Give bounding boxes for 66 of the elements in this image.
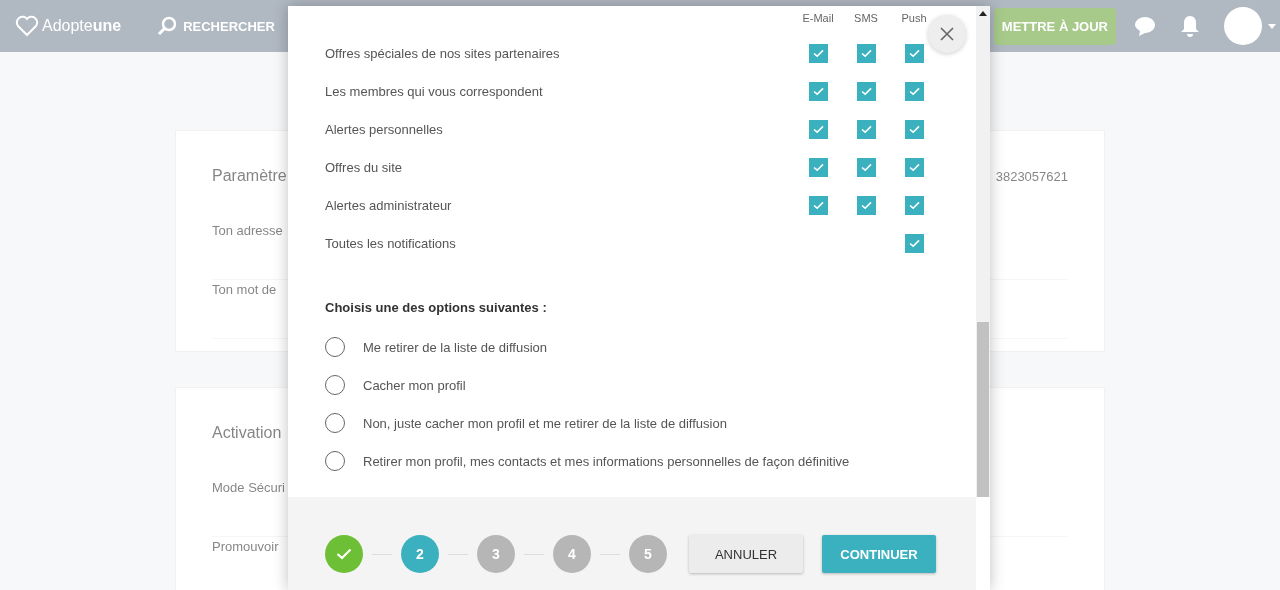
checkbox[interactable] <box>856 195 876 215</box>
option-label[interactable]: Non, juste cacher mon profil et me retirer de la liste de diffusion <box>363 415 727 431</box>
close-icon[interactable] <box>940 27 954 41</box>
check-icon <box>908 200 920 210</box>
option-label[interactable]: Me retirer de la liste de diffusion <box>363 339 548 355</box>
bell-icon[interactable] <box>1180 15 1200 37</box>
column-header: E-Mail <box>802 11 834 25</box>
step-indicator: 2 <box>401 535 439 573</box>
chat-icon[interactable] <box>1134 15 1156 37</box>
notification-label: Alertes personnelles <box>325 121 444 137</box>
check-icon <box>336 548 352 560</box>
step-indicator: 5 <box>629 535 667 573</box>
checkbox[interactable] <box>856 43 876 63</box>
option-label[interactable]: Retirer mon profil, mes contacts et mes informations personnelles de façon définitive <box>363 453 850 469</box>
option-label[interactable]: Cacher mon profil <box>363 377 466 393</box>
check-icon <box>860 162 872 172</box>
checkbox[interactable] <box>856 157 876 177</box>
scroll-up-icon[interactable] <box>979 11 987 16</box>
caret-icon[interactable] <box>1268 23 1276 29</box>
scrollbar[interactable] <box>976 6 990 497</box>
notification-label: Les membres qui vous correspondent <box>325 83 544 99</box>
checkbox[interactable] <box>856 119 876 139</box>
step-indicator: 4 <box>553 535 591 573</box>
check-icon <box>860 86 872 96</box>
checkbox[interactable] <box>808 157 828 177</box>
notification-label: Alertes administrateur <box>325 197 453 213</box>
checkbox[interactable] <box>904 43 924 63</box>
notification-label: Offres spéciales de nos sites partenaires <box>325 45 561 61</box>
checkbox[interactable] <box>904 119 924 139</box>
card-title: Activation <box>212 424 282 442</box>
check-icon <box>812 200 824 210</box>
cancel-button[interactable]: ANNULER <box>689 535 803 573</box>
avatar[interactable] <box>1224 7 1262 45</box>
checkbox[interactable] <box>808 119 828 139</box>
check-icon <box>908 48 920 58</box>
check-icon <box>860 200 872 210</box>
checkbox[interactable] <box>808 81 828 101</box>
close-button[interactable] <box>928 15 966 53</box>
checkbox[interactable] <box>904 157 924 177</box>
column-header: SMS <box>854 11 878 25</box>
checkbox[interactable] <box>856 81 876 101</box>
check-icon <box>812 48 824 58</box>
checkbox[interactable] <box>904 233 924 253</box>
card-title: Paramètre <box>212 167 287 185</box>
check-icon <box>908 238 920 248</box>
heart-icon <box>14 15 40 37</box>
check-icon <box>908 162 920 172</box>
search-icon[interactable] <box>157 16 178 36</box>
column-header: Push <box>901 11 927 25</box>
notification-label: Toutes les notifications <box>325 235 457 251</box>
check-icon <box>908 124 920 134</box>
step-indicator: 3 <box>477 535 515 573</box>
checkbox[interactable] <box>904 81 924 101</box>
check-icon <box>812 124 824 134</box>
check-icon <box>860 48 872 58</box>
check-icon <box>860 124 872 134</box>
notification-label: Offres du site <box>325 159 404 175</box>
check-icon <box>812 162 824 172</box>
checkbox[interactable] <box>808 43 828 63</box>
checkbox[interactable] <box>904 195 924 215</box>
options-heading: Choisis une des options suivantes : <box>325 300 548 315</box>
account-number: 3823057621 <box>995 168 1068 184</box>
check-icon <box>908 86 920 96</box>
check-icon <box>812 86 824 96</box>
scrollbar-thumb[interactable] <box>977 322 989 497</box>
checkbox[interactable] <box>808 195 828 215</box>
